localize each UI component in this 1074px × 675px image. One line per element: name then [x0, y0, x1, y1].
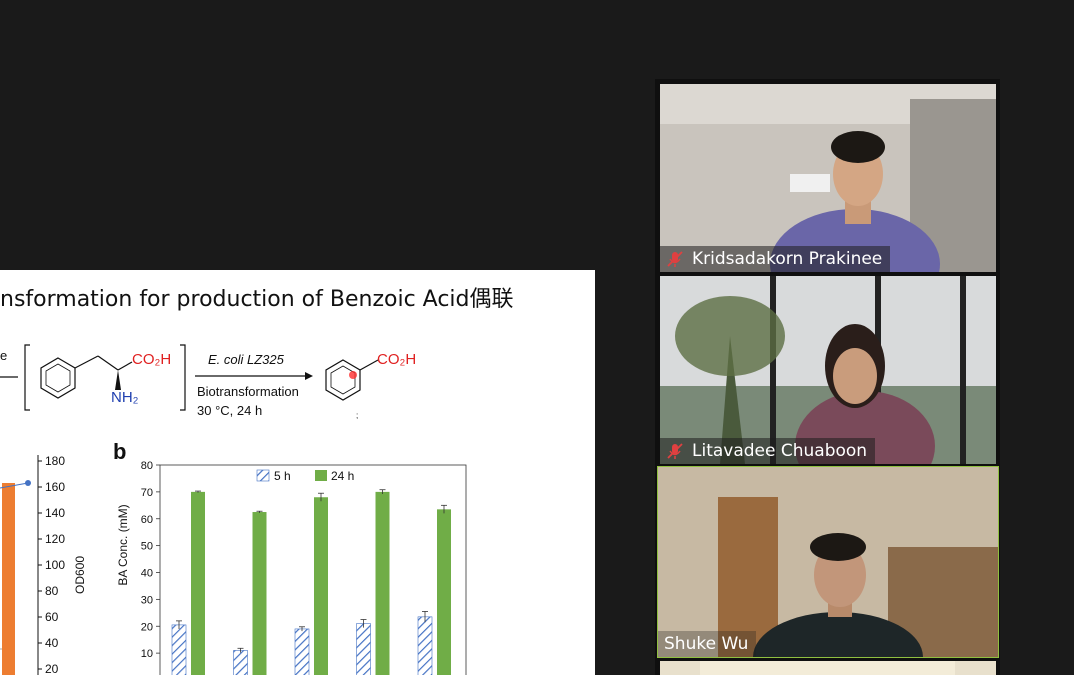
name-bar: Litavadee Chuaboon [660, 438, 876, 464]
od600-axis-label: OD600 [73, 556, 87, 594]
legend-label-5h: 5 h [274, 469, 291, 483]
co2h-label-2: CO₂H [377, 351, 416, 368]
bar-24h [375, 491, 390, 675]
camera-feed [658, 467, 998, 657]
participant-name: Litavadee Chuaboon [692, 441, 868, 461]
muted-microphone-icon [667, 443, 683, 459]
reaction-scheme: e CO₂H NH₂ E. coli LZ325 Biotransformati… [0, 344, 416, 420]
bar-24h [191, 491, 205, 675]
camera-feed [660, 84, 996, 272]
od600-tick-label: 180 [45, 454, 65, 468]
y-tick-label: 20 [141, 621, 153, 633]
enzyme-label: E. coli LZ325 [208, 352, 285, 367]
legend-label-24h: 24 h [331, 469, 354, 483]
muted-microphone-icon [667, 251, 683, 267]
participant-name: Kridsadakorn Prakinee [692, 249, 883, 269]
camera-feed [660, 276, 996, 464]
od600-tick-label: 120 [45, 532, 65, 546]
process-label: Biotransformation [197, 384, 299, 399]
video-tile-litavadee[interactable]: Litavadee Chuaboon [660, 276, 996, 464]
od600-tick-label: 60 [45, 610, 59, 624]
svg-text:;: ; [356, 411, 358, 420]
name-bar: Kridsadakorn Prakinee [660, 246, 891, 272]
y-tick-label: 80 [141, 460, 153, 472]
name-bar: Shuke Wu [658, 631, 757, 657]
video-tile-kridsadakorn[interactable]: Kridsadakorn Prakinee [660, 84, 996, 272]
od600-tick-label: 100 [45, 558, 65, 572]
bar-5h [171, 624, 187, 675]
slide-title: nsformation for production of Benzoic Ac… [0, 287, 514, 312]
y-tick-label: 40 [141, 568, 153, 580]
shared-slide: nsformation for production of Benzoic Ac… [0, 270, 595, 675]
od600-tick-label: 80 [45, 584, 59, 598]
od600-tick-label: 140 [45, 506, 65, 520]
orange-bar [2, 483, 15, 675]
bar-24h [314, 497, 328, 675]
nh2-label: NH₂ [111, 389, 139, 406]
panel-label-b: b [113, 439, 126, 464]
y-axis-label: BA Conc. (mM) [116, 504, 130, 585]
y-tick-label: 60 [141, 514, 153, 526]
co2h-label-1: CO₂H [132, 351, 171, 368]
bar-chart-b: 180 160 140 120 100 80 60 40 20 OD600 b 10 20 30 40… [0, 439, 467, 675]
conditions-label: 30 °C, 24 h [197, 403, 262, 418]
bar-5h [294, 628, 310, 675]
bar-24h [437, 509, 451, 675]
legend: 5 h 24 h [256, 469, 354, 483]
od600-tick-label: 40 [45, 636, 59, 650]
y-axis-ticks: 10 20 30 40 50 60 70 80 [141, 460, 160, 660]
bar-5h [356, 623, 371, 675]
video-tile-shuke-wu[interactable]: Shuke Wu [657, 466, 999, 658]
od600-tick-label: 160 [45, 480, 65, 494]
video-tile-partial[interactable] [660, 661, 996, 675]
y-tick-label: 70 [141, 487, 153, 499]
bar-24h [252, 512, 267, 675]
y-tick-label: 10 [141, 648, 153, 660]
bar-5h [233, 650, 248, 675]
bar-series [171, 489, 451, 675]
participant-name: Shuke Wu [664, 634, 749, 654]
od600-tick-label: 20 [45, 662, 59, 675]
od600-axis-ticks: 180 160 140 120 100 80 60 40 20 [38, 454, 65, 675]
bar-5h [417, 616, 433, 675]
y-tick-label: 50 [141, 541, 153, 553]
y-tick-label: 30 [141, 594, 153, 606]
laser-pointer [349, 371, 357, 379]
scheme-left-text: e [0, 348, 7, 363]
